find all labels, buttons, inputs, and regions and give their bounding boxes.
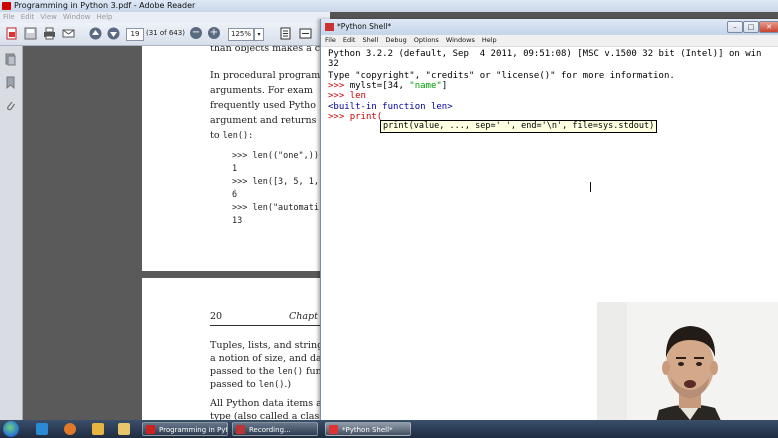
close-button[interactable]: ✕ [759, 21, 778, 33]
code-line: >>> len(("one",)) [232, 151, 319, 161]
page-text-line: than objects makes a c [210, 46, 321, 54]
mouse-cursor-icon [590, 182, 593, 192]
page-number-input[interactable]: 19 [126, 28, 144, 41]
shell-menu-edit[interactable]: Edit [339, 35, 359, 46]
reader-menu-window[interactable]: Window [60, 12, 94, 23]
maximize-button[interactable]: □ [743, 21, 759, 33]
minimize-button[interactable]: – [727, 21, 743, 33]
shell-titlebar: *Python Shell* – □ ✕ [321, 19, 778, 35]
reader-menu-edit[interactable]: Edit [18, 12, 38, 23]
document-view[interactable]: than objects makes a c In procedural pro… [23, 46, 352, 420]
zoom-dropdown-icon[interactable]: ▾ [254, 28, 264, 41]
internet-explorer-icon[interactable] [36, 423, 48, 435]
page-text-line: argument and returns [210, 115, 317, 126]
reader-toolbar: 19 (31 of 643) − + 125% ▾ [0, 23, 330, 46]
pages-panel-icon[interactable] [5, 53, 16, 66]
shell-menu-options[interactable]: Options [410, 35, 442, 46]
code-line: 1 [232, 164, 238, 174]
page-number-label: 20 [210, 311, 223, 322]
save-icon[interactable] [24, 27, 37, 40]
reader-menu-view[interactable]: View [37, 12, 60, 23]
zoom-level-field[interactable]: 125% [228, 28, 254, 41]
reader-navigation-pane [0, 46, 23, 420]
presenter-video [597, 302, 778, 438]
shell-title: *Python Shell* [337, 22, 392, 31]
code-line: 6 [232, 190, 238, 200]
previous-page-icon[interactable] [89, 27, 102, 40]
shell-menu-shell[interactable]: Shell [358, 35, 381, 46]
shell-input-line: >>> print( [328, 112, 383, 122]
start-button-icon[interactable] [3, 421, 19, 437]
reader-title: Programming in Python 3.pdf - Adobe Read… [14, 1, 196, 10]
reader-menu-help[interactable]: Help [94, 12, 116, 23]
shell-menu-debug[interactable]: Debug [381, 35, 409, 46]
reader-menu-file[interactable]: File [0, 12, 18, 23]
reader-menubar: File Edit View Window Help [0, 12, 330, 23]
shell-banner-line: Python 3.2.2 (default, Sep 4 2011, 09:51… [328, 49, 762, 59]
create-pdf-icon[interactable] [5, 27, 18, 40]
attachments-panel-icon[interactable] [5, 99, 16, 112]
windows-taskbar: Programming in Pyt... Recording... *Pyth… [0, 420, 778, 438]
shell-menu-file[interactable]: File [321, 35, 339, 46]
shell-output-line: <built-in function len> [328, 102, 453, 112]
taskbar-item-python-shell[interactable]: *Python Shell* [325, 422, 411, 436]
fit-page-icon[interactable] [279, 27, 292, 40]
calltip-tooltip: print(value, ..., sep=' ', end='\n', fil… [380, 120, 658, 133]
shell-menu-help[interactable]: Help [478, 35, 500, 46]
shell-banner-line: Type "copyright", "credits" or "license(… [328, 71, 675, 81]
page-text-line: type (also called a class) [210, 411, 328, 420]
firefox-icon[interactable] [64, 423, 76, 435]
shell-input-line: >>> mylst=[34, "name"] [328, 81, 448, 91]
page-text-line: arguments. For exam [210, 85, 313, 96]
bookmarks-panel-icon[interactable] [5, 76, 16, 89]
webcam-overlay [597, 302, 778, 438]
code-line: 13 [232, 216, 243, 226]
email-icon[interactable] [62, 27, 75, 40]
next-page-icon[interactable] [107, 27, 120, 40]
adobe-reader-icon [2, 2, 11, 10]
page-text-line: frequently used Pytho [210, 100, 316, 111]
chapter-header: Chapt [289, 311, 318, 322]
page-text-line: to len(): [210, 130, 254, 141]
folder-icon[interactable] [118, 423, 130, 435]
shell-banner-line: 32 [328, 59, 339, 69]
fit-width-icon[interactable] [299, 27, 312, 40]
taskbar-item-recording[interactable]: Recording... [232, 422, 318, 436]
page-count-label: (31 of 643) [146, 29, 185, 37]
page-text-line: passed to len().) [210, 379, 292, 390]
reader-titlebar: Programming in Python 3.pdf - Adobe Read… [0, 0, 778, 12]
page-text-line: In procedural program [210, 70, 321, 81]
shell-menubar: File Edit Shell Debug Options Windows He… [321, 35, 778, 47]
zoom-in-icon[interactable]: + [208, 27, 220, 39]
code-line: >>> len([3, 5, 1, [232, 177, 319, 187]
zoom-out-icon[interactable]: − [190, 27, 202, 39]
code-line: >>> len("automati [232, 203, 319, 213]
shell-input-line: >>> len [328, 91, 366, 101]
idle-icon [325, 23, 334, 31]
print-icon[interactable] [43, 27, 56, 40]
taskbar-item-adobe-reader[interactable]: Programming in Pyt... [142, 422, 228, 436]
media-player-icon[interactable] [92, 423, 104, 435]
shell-menu-windows[interactable]: Windows [442, 35, 478, 46]
